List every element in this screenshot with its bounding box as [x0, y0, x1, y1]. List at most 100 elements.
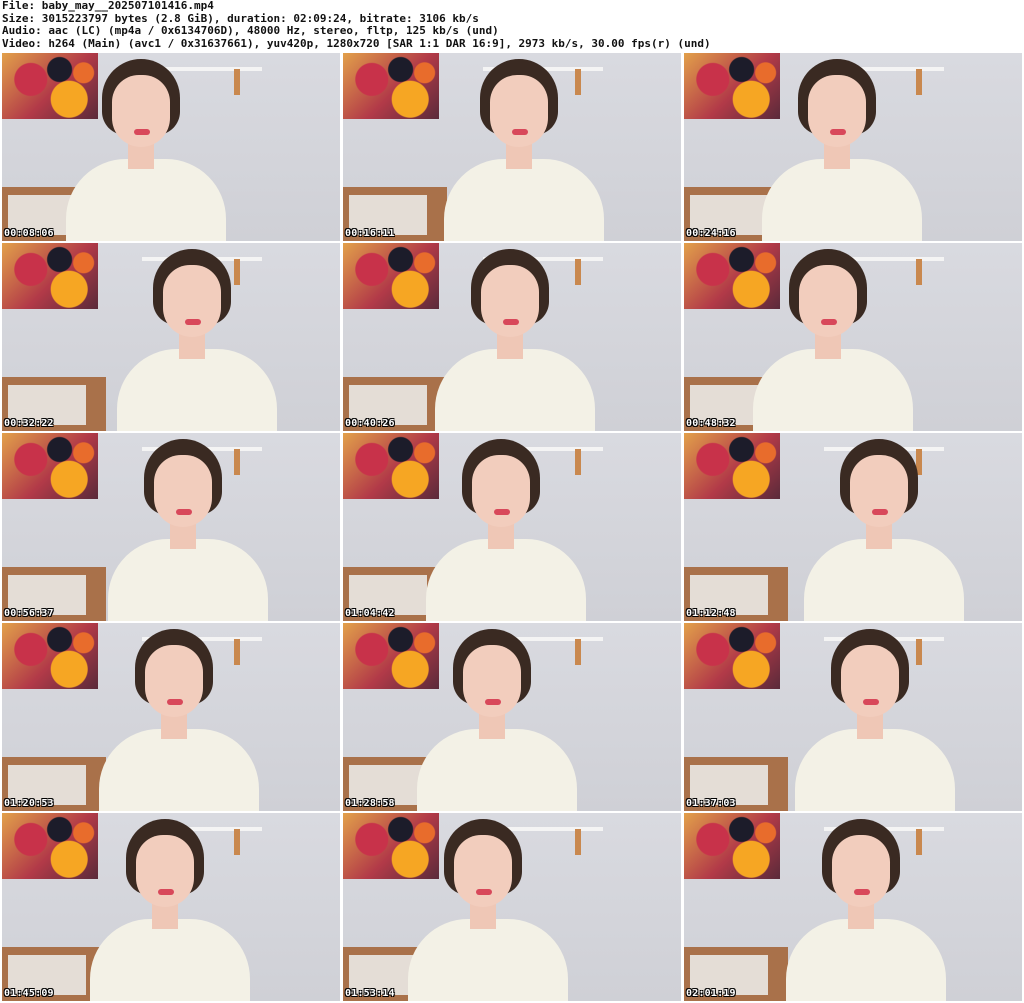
wall-painting [684, 623, 780, 689]
person-figure [97, 623, 267, 811]
video-thumbnail: 01:12:48 [684, 433, 1022, 621]
wall-painting [2, 433, 98, 499]
shirt [435, 349, 595, 431]
thumbnail-timestamp: 01:20:53 [4, 798, 54, 809]
face [490, 75, 548, 147]
thumbnail-timestamp: 00:56:37 [4, 608, 54, 619]
person-figure [64, 53, 234, 241]
wall-painting [343, 53, 439, 119]
wall-painting [684, 433, 780, 499]
person-figure [793, 623, 963, 811]
face [463, 645, 521, 717]
person-figure [751, 243, 921, 431]
thumbnail-timestamp: 00:16:11 [345, 228, 395, 239]
video-thumbnail: 00:16:11 [343, 53, 681, 241]
lips [494, 509, 510, 515]
face [841, 645, 899, 717]
thumbnail-timestamp: 02:01:19 [686, 988, 736, 999]
person-figure [115, 243, 285, 431]
face [136, 835, 194, 907]
wall-painting [2, 813, 98, 879]
face [481, 265, 539, 337]
thumbnail-timestamp: 01:12:48 [686, 608, 736, 619]
wall-painting [684, 813, 780, 879]
shirt [444, 159, 604, 241]
video-thumbnail: 00:56:37 [2, 433, 340, 621]
lips [134, 129, 150, 135]
shirt [66, 159, 226, 241]
thumbnail-timestamp: 00:24:16 [686, 228, 736, 239]
lips [512, 129, 528, 135]
face [472, 455, 530, 527]
shirt [753, 349, 913, 431]
wall-painting [2, 623, 98, 689]
person-figure [802, 433, 972, 621]
lips [830, 129, 846, 135]
video-thumbnail: 01:20:53 [2, 623, 340, 811]
video-thumbnail: 00:48:32 [684, 243, 1022, 431]
thumbnail-grid: 00:08:06 00:16:11 00:24:16 00:32:22 00:40:26… [2, 53, 1022, 1003]
thumbnail-timestamp: 01:45:09 [4, 988, 54, 999]
person-figure [784, 813, 954, 1001]
video-thumbnail: 01:45:09 [2, 813, 340, 1001]
face [163, 265, 221, 337]
video-info-line: Video: h264 (Main) (avc1 / 0x31637661), … [2, 37, 711, 50]
lips [476, 889, 492, 895]
thumbnail-timestamp: 01:53:14 [345, 988, 395, 999]
shirt [804, 539, 964, 621]
video-thumbnail: 02:01:19 [684, 813, 1022, 1001]
shirt [795, 729, 955, 811]
shirt [408, 919, 568, 1001]
shirt [786, 919, 946, 1001]
wall-painting [2, 243, 98, 309]
face [799, 265, 857, 337]
audio-info-line: Audio: aac (LC) (mp4a / 0x6134706D), 480… [2, 25, 499, 37]
person-figure [424, 433, 594, 621]
file-info-header: File: baby_may__202507101416.mp4 Size: 3… [2, 0, 1022, 52]
face [808, 75, 866, 147]
thumbnail-timestamp: 00:48:32 [686, 418, 736, 429]
lips [185, 319, 201, 325]
person-figure [433, 243, 603, 431]
person-figure [442, 53, 612, 241]
video-thumbnail: 01:37:03 [684, 623, 1022, 811]
person-figure [406, 813, 576, 1001]
face [850, 455, 908, 527]
thumbnail-timestamp: 00:08:06 [4, 228, 54, 239]
shirt [417, 729, 577, 811]
thumbnail-timestamp: 01:37:03 [686, 798, 736, 809]
thumbnail-timestamp: 01:04:42 [345, 608, 395, 619]
lips [863, 699, 879, 705]
video-thumbnail: 00:32:22 [2, 243, 340, 431]
video-thumbnail: 00:08:06 [2, 53, 340, 241]
thumbnail-timestamp: 01:28:58 [345, 798, 395, 809]
file-size-line: Size: 3015223797 bytes (2.8 GiB), durati… [2, 12, 479, 25]
shirt [426, 539, 586, 621]
lips [503, 319, 519, 325]
shirt [99, 729, 259, 811]
video-thumbnail: 01:53:14 [343, 813, 681, 1001]
video-thumbnail: 01:04:42 [343, 433, 681, 621]
lips [854, 889, 870, 895]
shirt [117, 349, 277, 431]
lips [821, 319, 837, 325]
video-thumbnail: 00:40:26 [343, 243, 681, 431]
thumbnail-timestamp: 00:40:26 [345, 418, 395, 429]
video-thumbnail: 01:28:58 [343, 623, 681, 811]
face [154, 455, 212, 527]
lips [176, 509, 192, 515]
face [145, 645, 203, 717]
thumbnail-timestamp: 00:32:22 [4, 418, 54, 429]
shirt [762, 159, 922, 241]
shelf-bracket [234, 69, 240, 95]
lips [167, 699, 183, 705]
wall-painting [343, 243, 439, 309]
person-figure [106, 433, 276, 621]
lips [872, 509, 888, 515]
face [454, 835, 512, 907]
person-figure [760, 53, 930, 241]
person-figure [88, 813, 258, 1001]
video-thumbnail: 00:24:16 [684, 53, 1022, 241]
face [112, 75, 170, 147]
lips [158, 889, 174, 895]
